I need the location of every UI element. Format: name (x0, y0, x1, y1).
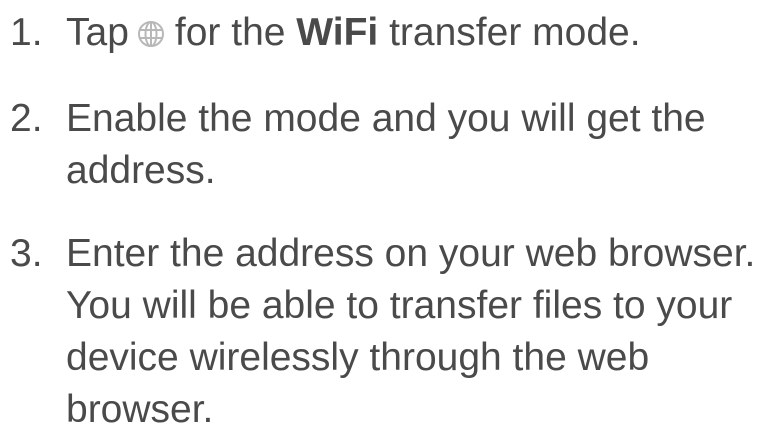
step-line: Enable the mode and you will get the (66, 97, 706, 140)
step-text-after-icon: for the (174, 11, 297, 54)
step-text: Enter the address on your web browser. Y… (66, 228, 771, 436)
globe-icon (137, 20, 165, 48)
step-text-after-bold: transfer mode. (378, 11, 641, 54)
wifi-label: WiFi (296, 11, 379, 54)
step-line: device wirelessly through the web (66, 336, 650, 379)
step-line: You will be able to transfer files to yo… (66, 284, 733, 327)
step-line: browser. (66, 388, 214, 431)
step-number: 2. (10, 97, 43, 140)
step-number: 3. (10, 232, 43, 275)
step-number: 1. (10, 11, 43, 54)
step-text: Tap for the WiFi transfer mode. (66, 7, 771, 59)
step-text: Enable the mode and you will get the add… (66, 93, 771, 197)
step-text-before-icon: Tap (66, 11, 129, 54)
step-line: Tap for the WiFi transfer mode. (66, 7, 771, 59)
step-line: address. (66, 149, 216, 192)
step-line: Enter the address on your web browser. (66, 232, 756, 275)
